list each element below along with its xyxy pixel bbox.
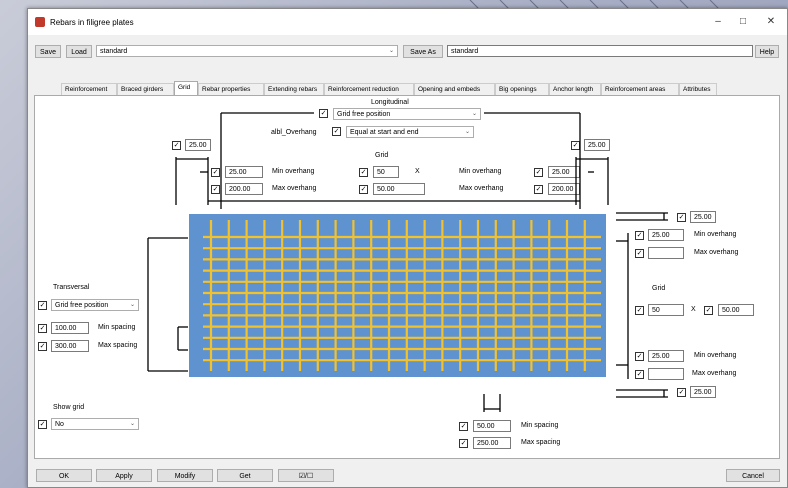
cancel-button[interactable]: Cancel: [726, 469, 780, 482]
get-button[interactable]: Get: [217, 469, 273, 482]
toggle-checkboxes-button[interactable]: ☑/☐: [278, 469, 334, 482]
ok-button[interactable]: OK: [36, 469, 92, 482]
plate-surface: [189, 214, 606, 377]
filigree-plate: [189, 214, 606, 377]
dialog-window: Rebars in filigree plates – □ ✕ Save Loa…: [27, 8, 788, 488]
footer-bar: OK Apply Modify Get ☑/☐ Cancel: [28, 464, 787, 487]
apply-button[interactable]: Apply: [96, 469, 152, 482]
modify-button[interactable]: Modify: [157, 469, 213, 482]
